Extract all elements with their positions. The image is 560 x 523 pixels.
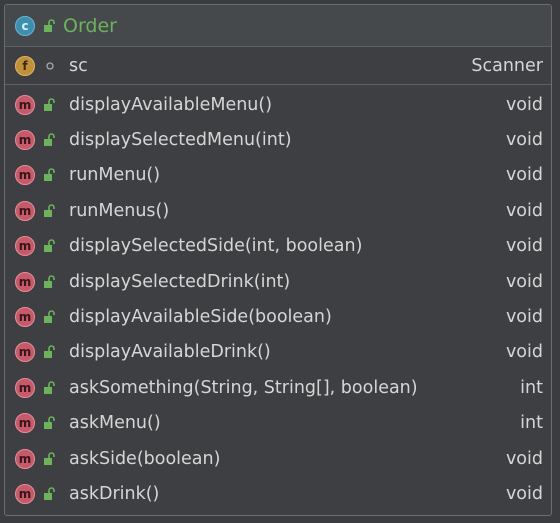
- method-return-type: void: [505, 94, 543, 115]
- method-name: askDrink(): [69, 483, 160, 504]
- method-badge-icon: m: [15, 377, 35, 398]
- method-name: displayAvailableSide(boolean): [69, 307, 332, 328]
- public-lock-icon: [43, 274, 57, 289]
- method-return-type: void: [505, 200, 543, 221]
- method-badge-icon: m: [15, 200, 35, 221]
- uml-class-box: c Order f sc Scanner m displayAvailableMe…: [4, 4, 552, 516]
- public-lock-icon: [43, 168, 57, 182]
- method-name: displaySelectedSide(int, boolean): [69, 236, 363, 257]
- public-lock-icon: [43, 416, 57, 430]
- method-return-type: void: [505, 165, 543, 186]
- method-row: m askMenu() int: [5, 406, 551, 441]
- method-row: m askDrink() void: [5, 476, 551, 511]
- method-name: askSide(boolean): [69, 448, 221, 469]
- public-lock-icon: [43, 18, 57, 33]
- method-return-type: void: [505, 448, 543, 469]
- method-row: m displaySelectedSide(int, boolean) void: [5, 229, 551, 264]
- public-lock-icon: [43, 239, 57, 253]
- field-name: sc: [69, 55, 88, 76]
- method-name: displayAvailableDrink(): [69, 342, 271, 363]
- method-row: m displaySelectedDrink(int) void: [5, 264, 551, 299]
- method-badge-icon: m: [15, 413, 35, 434]
- field-badge-icon: f: [15, 55, 35, 76]
- method-badge-icon: m: [15, 94, 35, 115]
- method-return-type: void: [505, 342, 543, 363]
- method-return-type: void: [505, 236, 543, 257]
- public-lock-icon: [43, 204, 57, 218]
- method-return-type: int: [520, 413, 543, 434]
- field-type: Scanner: [471, 55, 543, 76]
- method-badge-icon: m: [15, 236, 35, 257]
- method-row: m askSide(boolean) void: [5, 441, 551, 476]
- class-name: Order: [63, 14, 117, 37]
- method-name: runMenus(): [69, 200, 170, 221]
- method-badge-icon: m: [15, 483, 35, 504]
- method-name: displayAvailableMenu(): [69, 94, 273, 115]
- fields-section: f sc Scanner: [5, 47, 551, 85]
- method-row: m runMenu() void: [5, 158, 551, 193]
- method-row: m displayAvailableMenu() void: [5, 87, 551, 122]
- method-return-type: void: [505, 483, 543, 504]
- method-badge-icon: m: [15, 448, 35, 469]
- public-lock-icon: [43, 97, 57, 112]
- public-lock-icon: [43, 345, 57, 359]
- method-name: displaySelectedMenu(int): [69, 130, 292, 151]
- method-row: m displayAvailableSide(boolean) void: [5, 299, 551, 334]
- method-badge-icon: m: [15, 271, 35, 292]
- public-lock-icon: [43, 133, 57, 147]
- method-return-type: void: [505, 130, 543, 151]
- public-lock-icon: [43, 451, 57, 466]
- public-lock-icon: [43, 381, 57, 395]
- class-badge-icon: c: [15, 15, 35, 36]
- public-lock-icon: [43, 310, 57, 324]
- method-row: m displaySelectedMenu(int) void: [5, 122, 551, 157]
- method-return-type: void: [505, 307, 543, 328]
- method-name: askSomething(String, String[], boolean): [69, 377, 418, 398]
- method-badge-icon: m: [15, 342, 35, 363]
- method-return-type: int: [520, 377, 543, 398]
- methods-section: m displayAvailableMenu() void m displaySelec…: [5, 85, 551, 512]
- method-row: m askSomething(String, String[], boolean)…: [5, 370, 551, 405]
- class-header: c Order: [5, 5, 551, 47]
- method-badge-icon: m: [15, 307, 35, 328]
- method-row: m runMenus() void: [5, 193, 551, 228]
- method-row: m displayAvailableDrink() void: [5, 335, 551, 370]
- method-return-type: void: [505, 271, 543, 292]
- method-name: runMenu(): [69, 165, 161, 186]
- method-name: askMenu(): [69, 413, 161, 434]
- method-badge-icon: m: [15, 130, 35, 151]
- method-badge-icon: m: [15, 165, 35, 186]
- package-private-dot-icon: [43, 59, 57, 73]
- method-name: displaySelectedDrink(int): [69, 271, 291, 292]
- public-lock-icon: [43, 487, 57, 501]
